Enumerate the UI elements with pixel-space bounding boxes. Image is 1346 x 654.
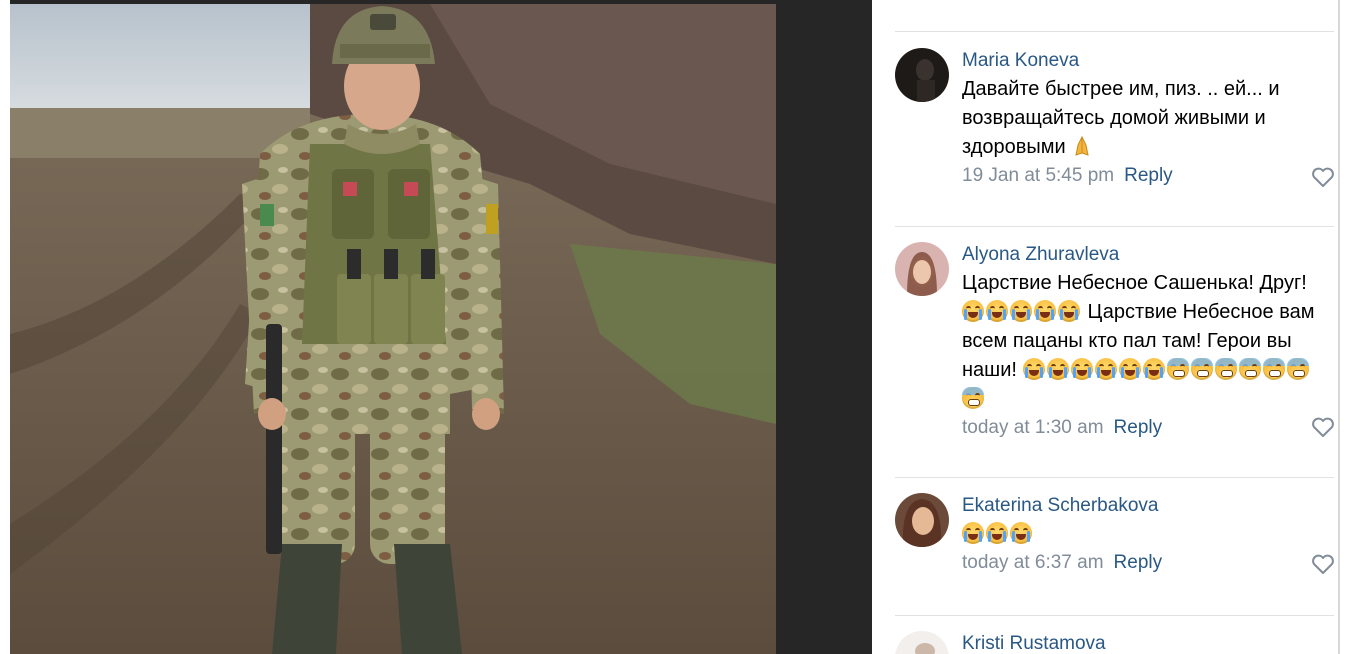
comment-item: Alyona Zhuravleva Царствие Небесное Саше… <box>895 242 1335 442</box>
comment-text-content: Давайте быстрее им, пиз. .. ей... и возв… <box>962 78 1280 158</box>
reply-button[interactable]: Reply <box>1124 165 1173 186</box>
comment-text-content: Царствие Небесное Сашенька! Друг! <box>962 272 1307 294</box>
post-photo[interactable] <box>10 4 776 654</box>
comment-meta: 19 Jan at 5:45 pm Reply <box>962 164 1330 188</box>
avatar-image <box>895 48 949 102</box>
comment-divider <box>895 31 1334 32</box>
comment-text: Давайте быстрее им, пиз. .. ей... и возв… <box>962 75 1330 162</box>
heart-outline-icon[interactable] <box>1311 416 1335 438</box>
avatar[interactable] <box>895 493 949 547</box>
loudly-crying-face-emoji <box>1118 358 1141 380</box>
loudly-crying-face-emoji <box>962 300 984 322</box>
comment-item: Maria Koneva Давайте быстрее им, пиз. ..… <box>895 48 1335 198</box>
soldier-photo-illustration <box>10 4 776 654</box>
avatar[interactable] <box>895 242 949 296</box>
photo-viewer <box>0 0 872 654</box>
comment-time[interactable]: today at 1:30 am <box>962 417 1104 438</box>
comment-divider <box>895 615 1334 616</box>
avatar[interactable] <box>895 631 949 654</box>
comment-divider <box>895 477 1334 478</box>
loudly-crying-face-emoji <box>986 522 1008 544</box>
comment-text <box>962 520 1330 549</box>
loudly-crying-face-emoji <box>1022 358 1045 380</box>
comment-author[interactable]: Kristi Rustamova <box>962 632 1330 654</box>
loudly-crying-face-emoji <box>1142 358 1165 380</box>
comment-meta: today at 1:30 am Reply <box>962 416 1330 440</box>
reply-button[interactable]: Reply <box>1114 552 1163 573</box>
loudly-crying-face-emoji <box>1094 358 1117 380</box>
reply-button[interactable]: Reply <box>1114 417 1163 438</box>
comments-panel: Maria Koneva Давайте быстрее им, пиз. ..… <box>872 0 1346 654</box>
avatar-image <box>895 242 949 296</box>
loudly-crying-face-emoji <box>986 300 1008 322</box>
loudly-crying-face-emoji <box>1034 300 1056 322</box>
comment-author[interactable]: Alyona Zhuravleva <box>962 243 1330 267</box>
fearful-face-emoji <box>1190 358 1213 380</box>
comment-author[interactable]: Maria Koneva <box>962 49 1330 73</box>
comment-time[interactable]: 19 Jan at 5:45 pm <box>962 165 1114 186</box>
avatar-image <box>895 631 949 654</box>
folded-hands-emoji <box>1071 135 1093 157</box>
fearful-face-emoji <box>1214 358 1237 380</box>
avatar[interactable] <box>895 48 949 102</box>
fearful-face-emoji <box>962 387 984 409</box>
fearful-face-emoji <box>1166 358 1189 380</box>
comment-author[interactable]: Ekaterina Scherbakova <box>962 494 1330 518</box>
loudly-crying-face-emoji <box>1070 358 1093 380</box>
avatar-image <box>895 493 949 547</box>
comment-item: Ekaterina Scherbakova today at 6:37 am Re… <box>895 493 1335 593</box>
loudly-crying-face-emoji <box>962 522 984 544</box>
heart-outline-icon[interactable] <box>1311 166 1335 188</box>
loudly-crying-face-emoji <box>1010 300 1032 322</box>
fearful-face-emoji <box>1238 358 1261 380</box>
panel-border <box>1338 0 1340 654</box>
loudly-crying-face-emoji <box>1058 300 1080 322</box>
loudly-crying-face-emoji <box>1046 358 1069 380</box>
fearful-face-emoji <box>1286 358 1309 380</box>
fearful-face-emoji <box>1262 358 1285 380</box>
comment-text: Царствие Небесное Сашенька! Друг! Царств… <box>962 269 1330 414</box>
comment-meta: today at 6:37 am Reply <box>962 551 1330 575</box>
loudly-crying-face-emoji <box>1010 522 1032 544</box>
comment-time[interactable]: today at 6:37 am <box>962 552 1104 573</box>
viewer-left-edge <box>0 0 10 654</box>
heart-outline-icon[interactable] <box>1311 553 1335 575</box>
comment-divider <box>895 226 1334 227</box>
comment-item: Kristi Rustamova <box>895 631 1335 654</box>
